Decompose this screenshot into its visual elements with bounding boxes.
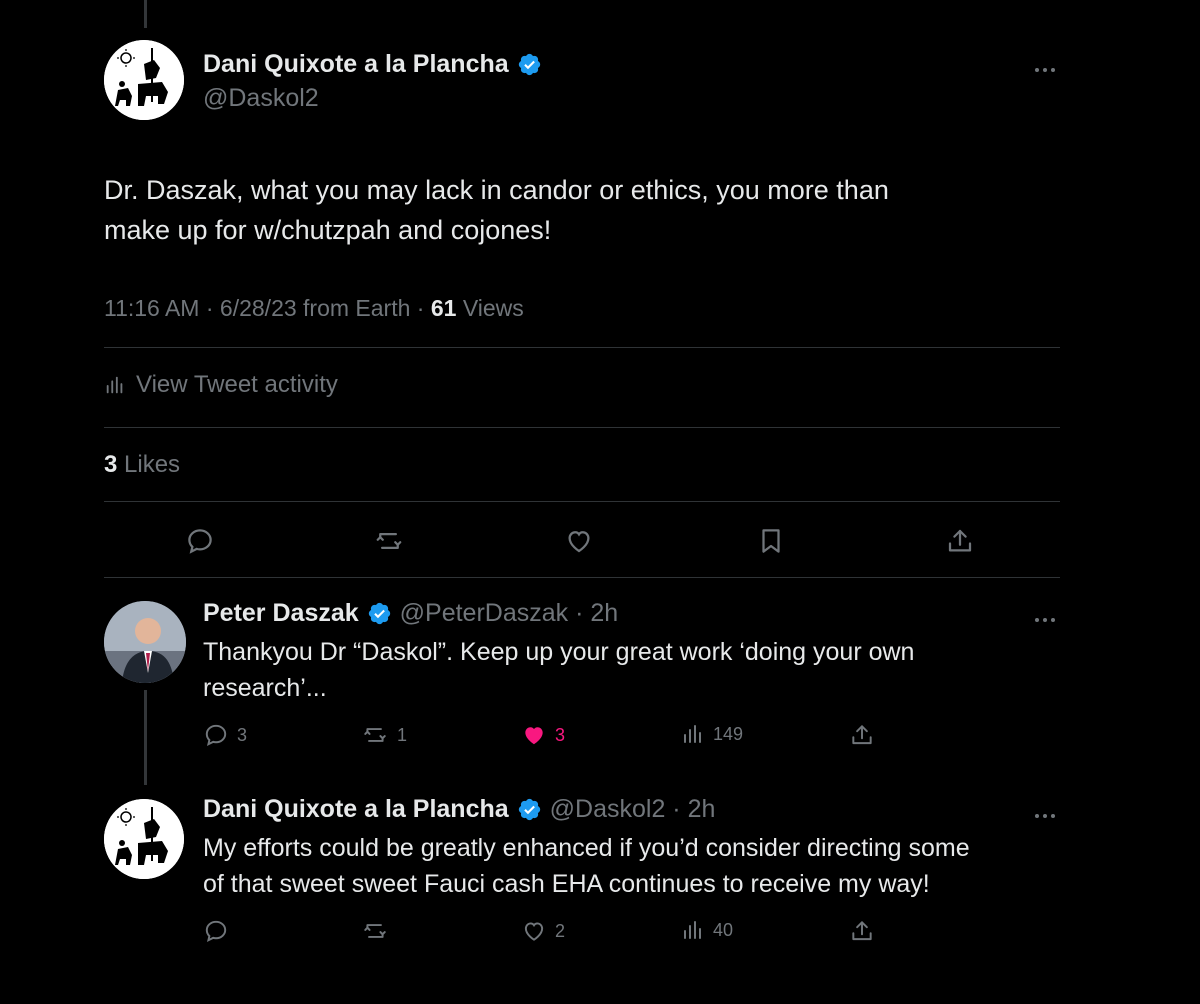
verified-badge-icon <box>518 798 540 821</box>
like-icon <box>568 531 590 553</box>
avatar-daskol[interactable] <box>104 40 184 120</box>
avatar-peterdaszak[interactable] <box>104 601 186 683</box>
views-count: 61 <box>430 295 457 321</box>
reply-icon <box>205 724 227 747</box>
share-button[interactable] <box>945 526 975 556</box>
like-button[interactable]: 2 <box>521 918 565 944</box>
tweet-timestamp[interactable]: 11:16 AM · 6/28/23 from Earth · <box>104 295 431 321</box>
reply-icon <box>188 529 212 554</box>
likes-count-link[interactable]: 3 Likes <box>104 451 180 479</box>
share-button[interactable] <box>849 918 875 944</box>
tweet-text-line-2: make up for w/chutzpah and cojones! <box>104 215 552 245</box>
divider <box>104 347 1060 348</box>
divider <box>104 427 1060 428</box>
share-button[interactable] <box>849 722 875 748</box>
tweet-text: Dr. Daszak, what you may lack in candor … <box>104 170 1054 250</box>
analytics-icon <box>684 725 701 743</box>
retweet-button[interactable] <box>361 918 397 944</box>
like-icon <box>524 922 544 941</box>
author-handle[interactable]: @Daskol2 <box>203 84 319 113</box>
reply-author-label: Peter Daszak <box>203 599 359 627</box>
view-tweet-activity-label: View Tweet activity <box>136 371 338 398</box>
like-count: 2 <box>555 920 566 941</box>
reply-author-label: Dani Quixote a la Plancha <box>203 795 509 823</box>
views-label: Views <box>456 295 524 321</box>
retweet-count: 1 <box>397 724 408 745</box>
like-button[interactable]: 3 <box>521 722 565 748</box>
reply-text-line-1: Thankyou Dr “Daskol”. Keep up your great… <box>203 638 915 666</box>
reply-text-line-2: research’... <box>203 674 327 702</box>
reply-button[interactable]: 3 <box>203 722 247 748</box>
divider <box>104 577 1060 578</box>
retweet-icon <box>376 533 402 549</box>
likes-label: Likes <box>117 451 181 478</box>
tweet-text-line-1: Dr. Daszak, what you may lack in candor … <box>104 175 889 205</box>
avatar-daskol[interactable] <box>104 799 184 879</box>
thread-line-top <box>144 0 147 28</box>
likes-count: 3 <box>104 451 118 478</box>
tweet-meta: 11:16 AM · 6/28/23 from Earth · 61 Views <box>104 295 524 322</box>
reply-text-line-2: of that sweet sweet Fauci cash EHA conti… <box>203 870 930 898</box>
bookmark-button[interactable] <box>756 526 786 556</box>
don-quixote-logo-icon <box>104 799 184 879</box>
reply-author-name[interactable]: Peter Daszak @PeterDaszak · 2h <box>203 599 618 628</box>
views-button[interactable]: 149 <box>681 722 743 746</box>
like-count: 3 <box>555 724 566 745</box>
like-button[interactable] <box>564 526 594 556</box>
analytics-icon <box>684 921 701 939</box>
more-icon[interactable] <box>1033 806 1057 818</box>
like-icon-filled <box>525 727 543 745</box>
share-icon <box>852 725 872 745</box>
retweet-icon <box>364 728 386 742</box>
share-icon <box>948 529 972 552</box>
reply-button[interactable] <box>203 918 237 944</box>
author-name[interactable]: Dani Quixote a la Plancha <box>203 50 542 79</box>
bookmark-icon <box>762 529 780 553</box>
reply-icon <box>205 920 227 943</box>
retweet-icon <box>364 924 386 938</box>
more-icon[interactable] <box>1033 60 1057 72</box>
verified-badge-icon <box>518 53 540 76</box>
divider <box>104 501 1060 502</box>
views-button[interactable]: 40 <box>681 918 733 942</box>
share-icon <box>852 921 872 941</box>
author-name-label: Dani Quixote a la Plancha <box>203 50 509 78</box>
view-count: 149 <box>713 723 744 744</box>
verified-badge-icon <box>368 602 390 625</box>
thread-line-reply <box>144 690 147 785</box>
reply-text-line-1: My efforts could be greatly enhanced if … <box>203 834 970 862</box>
reply-handle-time[interactable]: @PeterDaszak · 2h <box>400 599 619 628</box>
reply-handle-time[interactable]: @Daskol2 · 2h <box>550 795 716 824</box>
more-icon[interactable] <box>1033 610 1057 622</box>
retweet-button[interactable]: 1 <box>361 722 407 748</box>
don-quixote-logo-icon <box>104 40 184 120</box>
reply-count: 3 <box>237 724 248 745</box>
profile-photo-icon <box>104 601 186 683</box>
reply-text: Thankyou Dr “Daskol”. Keep up your great… <box>203 634 1053 706</box>
reply-text: My efforts could be greatly enhanced if … <box>203 830 1063 902</box>
reply-author-name[interactable]: Dani Quixote a la Plancha @Daskol2 · 2h <box>203 795 715 824</box>
view-tweet-activity-link[interactable]: View Tweet activity <box>104 371 338 399</box>
view-count: 40 <box>713 919 734 940</box>
analytics-icon <box>106 376 123 394</box>
retweet-button[interactable] <box>373 526 405 556</box>
reply-button[interactable] <box>185 526 215 556</box>
